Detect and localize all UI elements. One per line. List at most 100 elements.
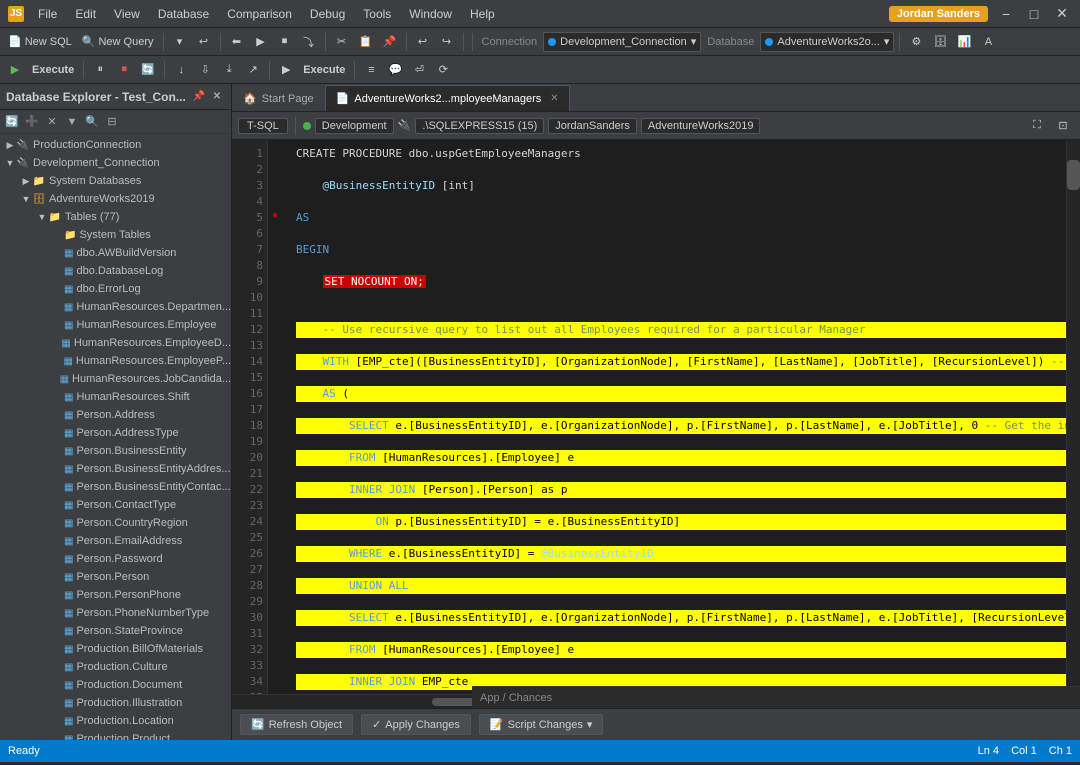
format-btn[interactable]: ≡ xyxy=(360,59,382,81)
tree-item-table[interactable]: ▦Person.BusinessEntityContac... xyxy=(0,478,231,496)
minimize-button[interactable]: − xyxy=(996,4,1016,24)
refresh-explorer-btn[interactable]: 🔄 xyxy=(3,113,21,131)
user-label[interactable]: JordanSanders xyxy=(548,118,637,134)
tree-item-table[interactable]: ▦Production.Culture xyxy=(0,658,231,676)
redo-btn[interactable]: ↪ xyxy=(436,31,458,53)
search-explorer-btn[interactable]: 🔍 xyxy=(83,113,101,131)
undo-btn2[interactable]: ↩ xyxy=(412,31,434,53)
connection-dropdown[interactable]: Development_Connection ▾ xyxy=(543,32,701,52)
step3-btn[interactable]: ⤓ xyxy=(218,59,240,81)
collapse-all-btn[interactable]: ⊟ xyxy=(103,113,121,131)
execute-btn2[interactable]: ▶ xyxy=(275,59,297,81)
tree-item-table[interactable]: ▦Person.EmailAddress xyxy=(0,532,231,550)
split-btn[interactable]: ⊡ xyxy=(1052,115,1074,137)
tree-item-table[interactable]: ▦Person.Address xyxy=(0,406,231,424)
tree-item-table[interactable]: ▦Production.Product xyxy=(0,730,231,740)
nav-btn3[interactable]: ⏹ xyxy=(274,31,296,53)
tree-item-table[interactable]: ▦HumanResources.Employee xyxy=(0,316,231,334)
tab-start-page[interactable]: 🏠 Start Page xyxy=(232,85,325,111)
new-query-button[interactable]: 🔍 New Query xyxy=(78,31,158,53)
database-dropdown[interactable]: AdventureWorks2o... ▾ xyxy=(760,32,894,52)
tree-item-system-db[interactable]: ▶ 📁 System Databases xyxy=(0,172,231,190)
env-label[interactable]: Development xyxy=(315,118,394,134)
bottom-tab-label[interactable]: App / Chances xyxy=(480,692,552,704)
paste-btn[interactable]: 📌 xyxy=(379,31,401,53)
menu-tools[interactable]: Tools xyxy=(355,5,399,23)
tree-item-table[interactable]: ▦dbo.AWBuildVersion xyxy=(0,244,231,262)
script-changes-btn[interactable]: 📝 Script Changes ▾ xyxy=(479,714,603,735)
menu-file[interactable]: File xyxy=(30,5,65,23)
menu-debug[interactable]: Debug xyxy=(302,5,353,23)
menu-view[interactable]: View xyxy=(106,5,148,23)
tree-item-table[interactable]: ▦Person.AddressType xyxy=(0,424,231,442)
step2-btn[interactable]: ⇩ xyxy=(194,59,216,81)
tree-item-tables[interactable]: ▼ 📁 Tables (77) xyxy=(0,208,231,226)
menu-comparison[interactable]: Comparison xyxy=(219,5,300,23)
pin-btn[interactable]: 📌 xyxy=(191,89,207,105)
comment-btn[interactable]: 💬 xyxy=(384,59,406,81)
pause-btn[interactable]: ⏸ xyxy=(89,59,111,81)
tree-item-table[interactable]: ▦Person.BusinessEntity xyxy=(0,442,231,460)
tree-item-adventureworks[interactable]: ▼ 🗄 AdventureWorks2019 xyxy=(0,190,231,208)
code-editor[interactable]: CREATE PROCEDURE dbo.uspGetEmployeeManag… xyxy=(288,140,1066,694)
menu-database[interactable]: Database xyxy=(150,5,217,23)
nav-btn2[interactable]: ▶ xyxy=(250,31,272,53)
close-explorer-btn[interactable]: ✕ xyxy=(209,89,225,105)
db-btn2[interactable]: 🗄 xyxy=(929,31,951,53)
tree-item-table[interactable]: ▦HumanResources.Departmen... xyxy=(0,298,231,316)
step-btn[interactable]: ↓ xyxy=(170,59,192,81)
tree-item-production-conn[interactable]: ▶ 🔌 ProductionConnection xyxy=(0,136,231,154)
db-context-label[interactable]: AdventureWorks2019 xyxy=(641,118,761,134)
tree-item-table[interactable]: ▦Production.Document xyxy=(0,676,231,694)
tree-item-table[interactable]: ▦Person.PersonPhone xyxy=(0,586,231,604)
menu-edit[interactable]: Edit xyxy=(67,5,104,23)
fullscreen-btn[interactable]: ⛶ xyxy=(1026,115,1048,137)
tree-item-table[interactable]: ▦Person.PhoneNumberType xyxy=(0,604,231,622)
execute-label2-btn[interactable]: Execute xyxy=(299,59,349,81)
tree-item-table[interactable]: ▦Person.Person xyxy=(0,568,231,586)
tree-item-table[interactable]: ▦Production.BillOfMaterials xyxy=(0,640,231,658)
tree-item-table[interactable]: ▦Person.ContactType xyxy=(0,496,231,514)
tsql-badge[interactable]: T-SQL xyxy=(238,118,288,134)
tree-item-table[interactable]: ▦HumanResources.JobCandida... xyxy=(0,370,231,388)
remove-connection-btn[interactable]: ✕ xyxy=(43,113,61,131)
tree-item-table[interactable]: ▦Person.StateProvince xyxy=(0,622,231,640)
tab-employee-managers[interactable]: 📄 AdventureWorks2...mployeeManagers ✕ xyxy=(325,85,570,111)
undo-btn[interactable]: ↩ xyxy=(193,31,215,53)
menu-window[interactable]: Window xyxy=(401,5,460,23)
add-connection-btn[interactable]: ➕ xyxy=(23,113,41,131)
execute-btn[interactable]: ▶ xyxy=(4,59,26,81)
tab-close-btn[interactable]: ✕ xyxy=(550,93,558,104)
step4-btn[interactable]: ↗ xyxy=(242,59,264,81)
apply-changes-btn[interactable]: ✓ Apply Changes xyxy=(361,714,471,735)
tree-item-table[interactable]: ▦HumanResources.EmployeeD... xyxy=(0,334,231,352)
tree-item-table[interactable]: 📁System Tables xyxy=(0,226,231,244)
tree-item-table[interactable]: ▦HumanResources.Shift xyxy=(0,388,231,406)
tree-item-table[interactable]: ▦Person.Password xyxy=(0,550,231,568)
db-btn3[interactable]: 📊 xyxy=(953,31,975,53)
cut-btn[interactable]: ✂ xyxy=(331,31,353,53)
vertical-scrollbar[interactable] xyxy=(1066,140,1080,694)
close-button[interactable]: ✕ xyxy=(1052,4,1072,24)
tree-item-table[interactable]: ▦dbo.ErrorLog xyxy=(0,280,231,298)
refresh-object-btn[interactable]: 🔄 Refresh Object xyxy=(240,714,353,735)
tree-item-table[interactable]: ▦Production.Illustration xyxy=(0,694,231,712)
maximize-button[interactable]: □ xyxy=(1024,4,1044,24)
tree-item-table[interactable]: ▦dbo.DatabaseLog xyxy=(0,262,231,280)
menu-help[interactable]: Help xyxy=(462,5,503,23)
copy-btn[interactable]: 📋 xyxy=(355,31,377,53)
linebreak-btn[interactable]: ⏎ xyxy=(408,59,430,81)
refresh-btn[interactable]: 🔄 xyxy=(137,59,159,81)
tree-item-table[interactable]: ▦Production.Location xyxy=(0,712,231,730)
tree-item-dev-conn[interactable]: ▼ 🔌 Development_Connection xyxy=(0,154,231,172)
db-btn4[interactable]: A xyxy=(977,31,999,53)
stop-btn[interactable]: ⏹ xyxy=(113,59,135,81)
server-label[interactable]: .\SQLEXPRESS15 (15) xyxy=(415,118,544,134)
misc-btn[interactable]: ⟳ xyxy=(432,59,454,81)
tree-item-table[interactable]: ▦Person.BusinessEntityAddres... xyxy=(0,460,231,478)
settings-btn[interactable]: ⚙ xyxy=(905,31,927,53)
tree-item-table[interactable]: ▦HumanResources.EmployeeP... xyxy=(0,352,231,370)
nav-btn4[interactable]: ⤵ xyxy=(298,31,320,53)
execute-label-btn[interactable]: Execute xyxy=(28,59,78,81)
new-sql-button[interactable]: 📄 New SQL xyxy=(4,31,76,53)
